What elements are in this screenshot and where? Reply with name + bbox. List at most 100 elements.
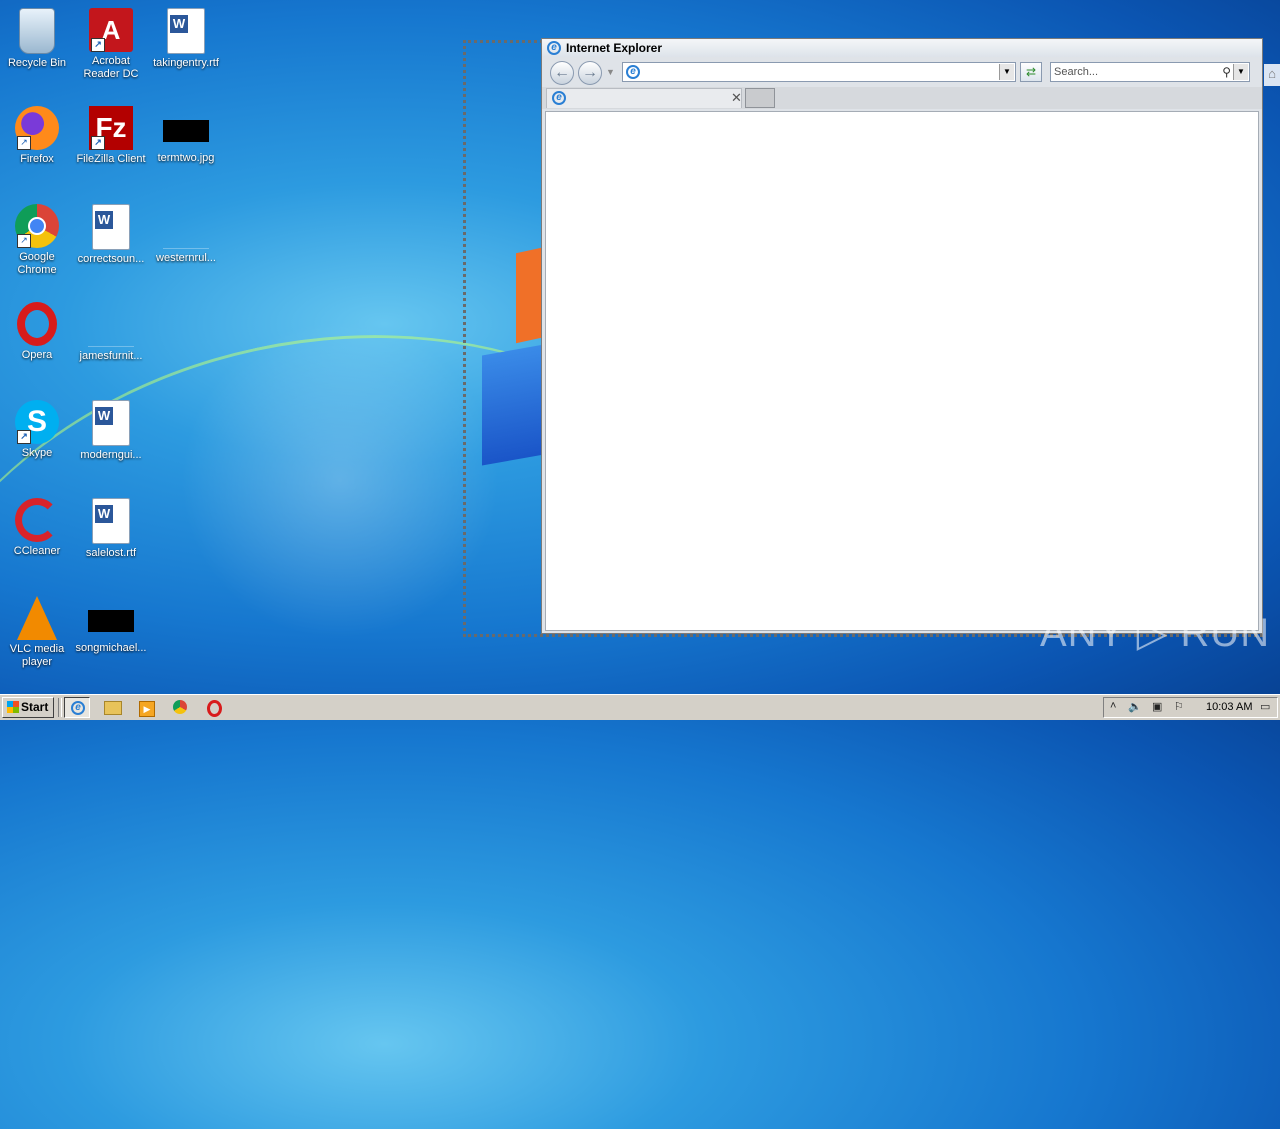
search-dropdown-icon[interactable]: ▼ [1233, 64, 1248, 80]
taskbar: Start e ▶ ˄ 🔈 ▣ ⚐ 10:03 AM ▭ [0, 694, 1280, 720]
image-file-icon [163, 120, 209, 142]
shortcut-arrow-icon: ↗ [91, 136, 105, 150]
desktop-icon-label: Opera [21, 349, 53, 361]
system-tray: ˄ 🔈 ▣ ⚐ 10:03 AM ▭ [1103, 697, 1278, 718]
desktop-icon-firefox[interactable]: ↗ Firefox [0, 106, 74, 166]
tab-blank[interactable]: e ✕ [546, 88, 742, 108]
taskbar-opera[interactable] [201, 697, 227, 718]
desktop-icon-label: Google Chrome [17, 251, 57, 276]
action-center-flag-icon[interactable]: ⚐ [1174, 700, 1184, 713]
search-icon[interactable]: ⚲ [1222, 65, 1231, 79]
vlc-icon [17, 596, 57, 640]
tab-page-icon: e [552, 91, 566, 105]
desktop-icon-salelost[interactable]: W salelost.rtf [74, 498, 148, 560]
word-document-icon: W [167, 8, 205, 54]
recent-pages-dropdown-icon[interactable]: ▼ [606, 67, 615, 77]
refresh-button[interactable]: ⇄ [1020, 62, 1042, 82]
taskbar-media-player[interactable]: ▶ [134, 697, 160, 718]
desktop-icon-recycle-bin[interactable]: Recycle Bin [0, 8, 74, 70]
desktop-icon-songmichael[interactable]: songmichael... [74, 596, 148, 655]
start-button[interactable]: Start [2, 697, 54, 718]
address-bar[interactable]: e ▼ [622, 62, 1016, 82]
internet-explorer-icon: e [547, 41, 561, 55]
file-icon [163, 204, 209, 249]
desktop-icon-label: moderngui... [80, 449, 142, 461]
home-icon[interactable]: ⌂ [1264, 64, 1280, 86]
taskbar-internet-explorer[interactable]: e [64, 697, 90, 718]
address-dropdown-icon[interactable]: ▼ [999, 64, 1014, 80]
desktop-icon-label: Skype [21, 447, 53, 459]
desktop-icon-label: correctsoun... [77, 253, 145, 265]
desktop-icon-takingentry[interactable]: W takingentry.rtf [149, 8, 223, 70]
desktop-icon-acrobat[interactable]: A ↗ Acrobat Reader DC [74, 8, 148, 81]
skype-icon: S ↗ [15, 400, 59, 444]
watermark: ANY ▷ RUN [1040, 611, 1271, 655]
taskbar-explorer[interactable] [100, 697, 126, 718]
desktop-icon-label: FileZilla Client [76, 153, 146, 165]
desktop-icon-skype[interactable]: S ↗ Skype [0, 400, 74, 460]
new-tab-button[interactable] [745, 88, 775, 108]
shortcut-arrow-icon: ↗ [91, 38, 105, 52]
shortcut-arrow-icon: ↗ [17, 234, 31, 248]
desktop-icon-correctsoun[interactable]: W correctsoun... [74, 204, 148, 266]
search-box[interactable]: ⚲ ▼ [1050, 62, 1250, 82]
shortcut-arrow-icon: ↗ [17, 136, 31, 150]
chrome-icon: ↗ [15, 204, 59, 248]
desktop-icon-label: termtwo.jpg [157, 152, 215, 164]
forward-button[interactable]: → [578, 61, 602, 85]
media-player-icon: ▶ [139, 701, 155, 717]
title-bar[interactable]: e Internet Explorer [542, 39, 1262, 57]
tab-strip: e ✕ [542, 87, 1262, 109]
page-content[interactable] [545, 111, 1259, 631]
image-file-icon [88, 610, 134, 632]
desktop-icon-moderngui[interactable]: W moderngui... [74, 400, 148, 462]
desktop-icon-jamesfurnit[interactable]: jamesfurnit... [74, 302, 148, 363]
close-tab-icon[interactable]: ✕ [731, 91, 742, 105]
word-document-icon: W [92, 498, 130, 544]
shortcut-arrow-icon: ↗ [17, 430, 31, 444]
internet-explorer-window[interactable]: e Internet Explorer ← → ▼ e ▼ ⇄ ⚲ ▼ e ✕ [541, 38, 1263, 634]
chrome-icon [173, 700, 187, 714]
windows-flag-icon [7, 701, 19, 713]
network-icon[interactable]: ▣ [1152, 700, 1162, 713]
internet-explorer-icon: e [71, 701, 85, 715]
desktop-icon-label: takingentry.rtf [153, 57, 219, 69]
folder-icon [104, 701, 122, 715]
volume-icon[interactable]: 🔈 [1128, 700, 1142, 713]
show-hidden-icons-icon[interactable]: ˄ [1110, 700, 1116, 712]
recycle-bin-icon [19, 8, 55, 54]
desktop-icon-ccleaner[interactable]: CCleaner [0, 498, 74, 558]
search-input[interactable] [1054, 65, 1214, 79]
opera-icon [206, 700, 222, 717]
back-button[interactable]: ← [550, 61, 574, 85]
desktop-icon-label: Recycle Bin [7, 57, 67, 69]
acrobat-icon: A ↗ [89, 8, 133, 52]
start-label: Start [21, 700, 49, 714]
show-desktop-icon[interactable]: ▭ [1260, 700, 1270, 713]
taskbar-chrome[interactable] [167, 697, 193, 718]
desktop-icon-label: VLC media player [9, 643, 65, 668]
word-document-icon: W [92, 400, 130, 446]
desktop-icon-termtwo[interactable]: termtwo.jpg [149, 106, 223, 165]
page-icon: e [626, 65, 640, 79]
file-icon [88, 302, 134, 347]
desktop-icon-label: Firefox [20, 153, 54, 165]
desktop-icon-label: salelost.rtf [85, 547, 137, 559]
desktop-icon-filezilla[interactable]: Fz ↗ FileZilla Client [74, 106, 148, 166]
firefox-icon: ↗ [15, 106, 59, 150]
desktop-icon-label: songmichael... [75, 642, 147, 654]
desktop-icon-chrome[interactable]: ↗ Google Chrome [0, 204, 74, 277]
desktop-icon-opera[interactable]: Opera [0, 302, 74, 362]
filezilla-icon: Fz ↗ [89, 106, 133, 150]
window-title: Internet Explorer [566, 41, 663, 55]
desktop-icon-label: jamesfurnit... [79, 350, 143, 362]
ccleaner-icon [15, 498, 59, 542]
clock[interactable]: 10:03 AM [1206, 701, 1252, 713]
desktop-icon-label: westernrul... [156, 252, 216, 264]
desktop-icon-label: CCleaner [13, 545, 61, 557]
desktop-icon-westernrul[interactable]: westernrul... [149, 204, 223, 265]
taskbar-separator [58, 698, 62, 717]
desktop-icon-vlc[interactable]: VLC media player [0, 596, 74, 669]
word-document-icon: W [92, 204, 130, 250]
desktop-icon-label: Acrobat Reader DC [83, 55, 139, 80]
